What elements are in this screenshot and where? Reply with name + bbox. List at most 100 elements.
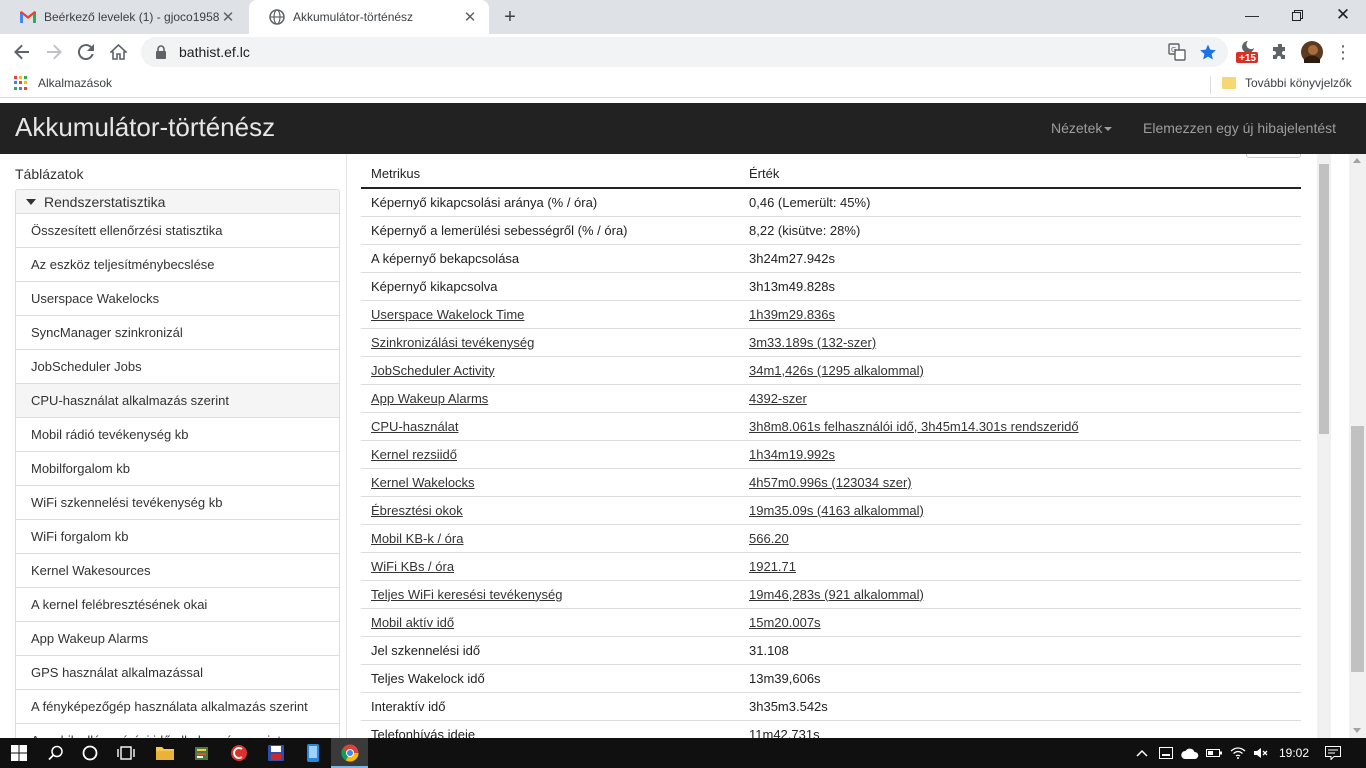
metric-link[interactable]: Mobil aktív idő: [371, 615, 454, 630]
value-link[interactable]: 34m1,426s (1295 alkalommal): [749, 363, 924, 378]
metric-link[interactable]: Teljes WiFi keresési tevékenység: [371, 587, 562, 602]
metric-link[interactable]: CPU-használat: [371, 419, 458, 434]
table-row: Kernel Wakelocks 4h57m0.996s (123034 szer…: [361, 468, 1301, 497]
value-link[interactable]: 1921.71: [749, 559, 796, 574]
value-cell: 4392-szer: [739, 384, 1301, 413]
toggle-button[interactable]: [1246, 154, 1301, 158]
new-tab-button[interactable]: +: [498, 5, 522, 29]
sidebar-item[interactable]: SyncManager szinkronizál: [15, 316, 340, 350]
battery-icon[interactable]: [1204, 738, 1224, 768]
metric-link[interactable]: Mobil KB-k / óra: [371, 531, 463, 546]
value-link[interactable]: 1h39m29.836s: [749, 307, 835, 322]
sidebar-item[interactable]: Kernel Wakesources: [15, 554, 340, 588]
metric-link[interactable]: Kernel Wakelocks: [371, 475, 475, 490]
notes-app-icon[interactable]: [183, 738, 220, 768]
window-scrollbar-thumb[interactable]: [1351, 426, 1364, 672]
metric-link[interactable]: Kernel rezsiidő: [371, 447, 457, 462]
volume-muted-icon[interactable]: [1250, 738, 1272, 768]
back-arrow-icon[interactable]: [8, 38, 36, 66]
value-link[interactable]: 4392-szer: [749, 391, 807, 406]
task-view-icon[interactable]: [107, 738, 144, 768]
value-link[interactable]: 3h8m8.061s felhasználói idő, 3h45m14.301…: [749, 419, 1079, 434]
tab-strip: Beérkező levelek (1) - gjoco1958 ✕ Akkum…: [0, 0, 1366, 34]
search-icon[interactable]: [37, 738, 74, 768]
scroll-down-arrow-icon[interactable]: [1353, 728, 1361, 733]
minimize-icon[interactable]: —: [1229, 0, 1275, 30]
content-scrollbar-thumb[interactable]: [1319, 164, 1329, 434]
home-icon[interactable]: [104, 38, 132, 66]
windows-start-icon[interactable]: [0, 738, 37, 768]
file-explorer-icon[interactable]: [146, 738, 183, 768]
sidebar-item[interactable]: Az eszköz teljesítménybecslése: [15, 248, 340, 282]
metric-link[interactable]: Ébresztési okok: [371, 503, 463, 518]
sidebar-item[interactable]: Összesített ellenőrzési statisztika: [15, 214, 340, 248]
folder-icon: [1222, 77, 1236, 89]
sidebar-item[interactable]: GPS használat alkalmazással: [15, 656, 340, 690]
taskbar-clock[interactable]: 19:02: [1274, 738, 1314, 768]
wifi-icon[interactable]: [1228, 738, 1248, 768]
sidebar-item[interactable]: Userspace Wakelocks: [15, 282, 340, 316]
extensions-puzzle-icon[interactable]: [1267, 39, 1293, 65]
sidebar-item[interactable]: Mobilforgalom kb: [15, 452, 340, 486]
value-link[interactable]: 3m33.189s (132-szer): [749, 335, 876, 350]
other-bookmarks-label: További könyvjelzők: [1245, 76, 1352, 90]
metric-link[interactable]: App Wakeup Alarms: [371, 391, 488, 406]
value-cell: 1h39m29.836s: [739, 300, 1301, 329]
menu-dots-icon[interactable]: ⋮: [1330, 39, 1356, 65]
value-link[interactable]: 19m46,283s (921 alkalommal): [749, 587, 924, 602]
keyboard-tray-icon[interactable]: [1156, 738, 1176, 768]
sidebar-item[interactable]: Mobil rádió tevékenység kb: [15, 418, 340, 452]
tray-chevron-up-icon[interactable]: [1132, 738, 1152, 768]
sidebar-item[interactable]: A fényképezőgép használata alkalmazás sz…: [15, 690, 340, 724]
table-row: Teljes Wakelock idő 13m39,606s: [361, 664, 1301, 693]
notification-center-icon[interactable]: [1320, 738, 1346, 768]
brand-title[interactable]: Akkumulátor-történész: [15, 112, 275, 143]
value-cell: 1921.71: [739, 552, 1301, 581]
metric-link[interactable]: JobScheduler Activity: [371, 363, 495, 378]
apps-shortcut[interactable]: Alkalmazások: [14, 76, 112, 90]
views-dropdown[interactable]: Nézetek: [1051, 120, 1113, 136]
tab-akkumulator[interactable]: Akkumulátor-történész ✕: [249, 0, 489, 34]
chrome-taskbar-icon[interactable]: [331, 738, 368, 768]
sidebar-item[interactable]: A mobilvallás mérési idő alkalmazás szer…: [15, 724, 340, 738]
close-icon[interactable]: ✕: [219, 8, 237, 26]
forward-arrow-icon[interactable]: [40, 38, 68, 66]
sidebar-item[interactable]: JobScheduler Jobs: [15, 350, 340, 384]
reload-icon[interactable]: [72, 38, 100, 66]
metric-link[interactable]: Userspace Wakelock Time: [371, 307, 524, 322]
tab-gmail[interactable]: Beérkező levelek (1) - gjoco1958 ✕: [0, 0, 247, 34]
close-icon[interactable]: ✕: [461, 8, 479, 26]
sidebar-item[interactable]: CPU-használat alkalmazás szerint: [15, 384, 340, 418]
value-link[interactable]: 19m35.09s (4163 alkalommal): [749, 503, 924, 518]
phone-app-icon[interactable]: [294, 738, 331, 768]
value-link[interactable]: 1h34m19.992s: [749, 447, 835, 462]
translate-icon[interactable]: G: [1164, 39, 1190, 65]
value-link[interactable]: 566.20: [749, 531, 789, 546]
bookmark-star-icon[interactable]: [1195, 39, 1221, 65]
metric-cell: Telefonhívás ideje: [361, 720, 739, 738]
new-report-link[interactable]: Elemezzen egy új hibajelentést: [1143, 120, 1336, 136]
profile-avatar-icon[interactable]: [1299, 39, 1325, 65]
restore-icon[interactable]: [1274, 0, 1320, 30]
extension-badge-icon[interactable]: +15: [1234, 39, 1260, 65]
value-link[interactable]: 4h57m0.996s (123034 szer): [749, 475, 912, 490]
metric-link[interactable]: Szinkronizálási tevékenység: [371, 335, 534, 350]
sidebar-item[interactable]: A kernel felébresztésének okai: [15, 588, 340, 622]
ccleaner-icon[interactable]: [220, 738, 257, 768]
scroll-up-arrow-icon[interactable]: [1353, 158, 1361, 163]
metric-label: Képernyő kikapcsolva: [371, 278, 498, 294]
save-disk-icon[interactable]: [257, 738, 294, 768]
onedrive-cloud-icon[interactable]: [1179, 738, 1201, 768]
cortana-icon[interactable]: [71, 738, 108, 768]
window-close-icon[interactable]: ✕: [1320, 0, 1366, 30]
tab-title: Beérkező levelek (1) - gjoco1958: [44, 10, 219, 24]
metric-link[interactable]: WiFi KBs / óra: [371, 559, 454, 574]
sidebar-item[interactable]: App Wakeup Alarms: [15, 622, 340, 656]
sidebar-item[interactable]: WiFi forgalom kb: [15, 520, 340, 554]
sidebar-group-header[interactable]: Rendszerstatisztika: [15, 189, 340, 214]
sidebar-item[interactable]: WiFi szkennelési tevékenység kb: [15, 486, 340, 520]
other-bookmarks[interactable]: További könyvjelzők: [1222, 76, 1352, 90]
address-bar[interactable]: bathist.ef.lc: [141, 37, 1228, 67]
value-link[interactable]: 15m20.007s: [749, 615, 821, 630]
metric-cell: JobScheduler Activity: [361, 356, 739, 385]
